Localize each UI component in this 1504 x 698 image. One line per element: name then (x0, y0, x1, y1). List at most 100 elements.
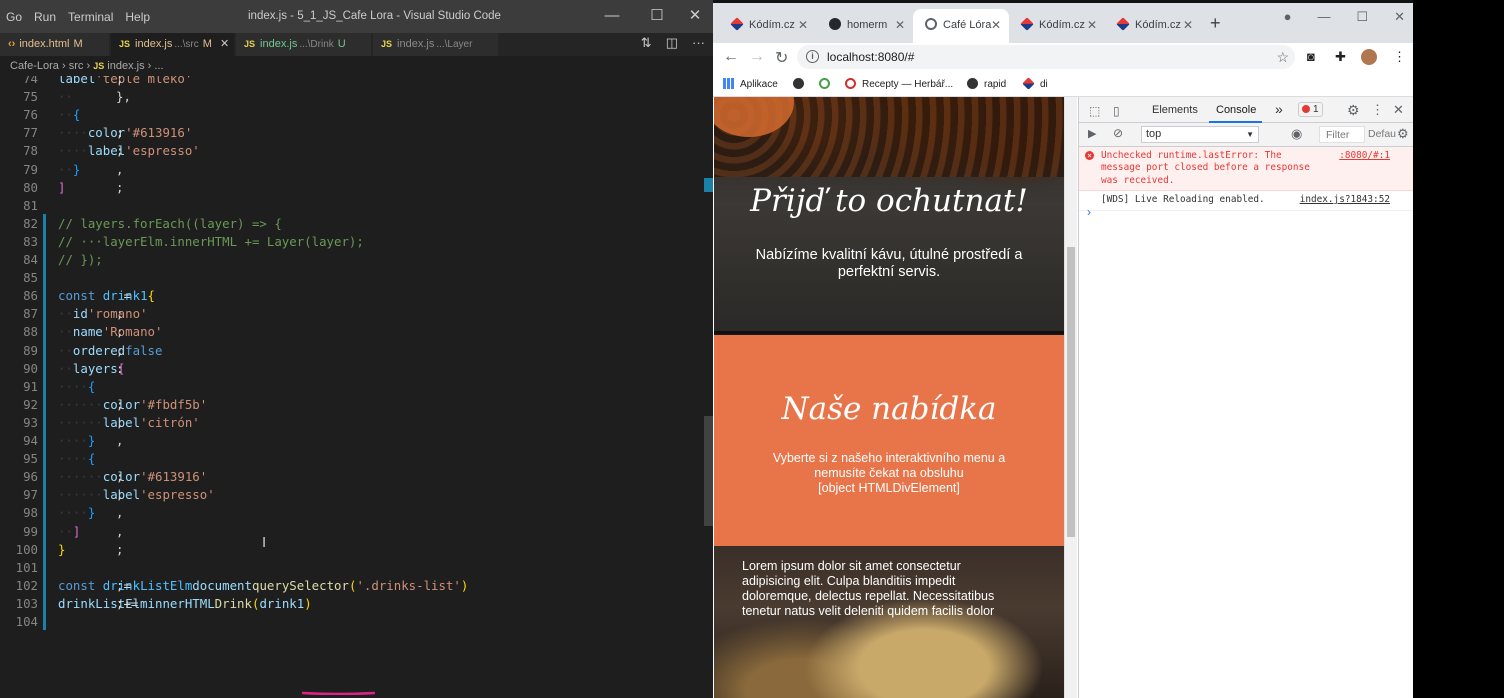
close-button[interactable]: ✕ (680, 6, 710, 26)
close-button[interactable]: ✕ (1394, 9, 1405, 25)
line-number: 82 (23, 215, 38, 231)
menu-run[interactable]: Run (34, 10, 56, 24)
dropdown-arrow-icon: ▼ (1246, 130, 1254, 139)
tab-kodim-2[interactable]: Kódím.cz ✕ (1009, 9, 1105, 43)
gear-icon[interactable]: ⚙ (1347, 102, 1360, 119)
minimize-button[interactable]: — (597, 6, 627, 26)
log-levels-dropdown[interactable]: Defau (1368, 126, 1396, 143)
message-source-link[interactable]: :8080/#:1 (1339, 150, 1390, 162)
tab-kodim-1[interactable]: Kódím.cz ✕ (719, 9, 816, 43)
bookmark-di[interactable]: di (1022, 77, 1048, 90)
info-icon[interactable]: i (806, 50, 819, 63)
bookmark-herbar[interactable]: Recepty — Herbář... (845, 78, 953, 90)
kebab-menu-icon[interactable]: ⋮ (1393, 49, 1406, 65)
device-toolbar-icon[interactable]: ▯ (1113, 104, 1120, 118)
console-prompt[interactable]: › (1087, 205, 1091, 219)
tab-kodim-3[interactable]: Kódím.cz ✕ (1105, 9, 1201, 43)
scrollbar-thumb[interactable] (704, 416, 713, 526)
tab-title: Kódím.cz (1135, 19, 1181, 31)
menu-go[interactable]: Go (6, 10, 22, 24)
editor-scrollbar[interactable] (704, 76, 713, 698)
context-selector[interactable]: top ▼ (1141, 126, 1259, 143)
line-number: 78 (23, 143, 38, 159)
code-line: 102 const drinkListElm = document. querySe… (0, 577, 700, 595)
extensions-puzzle-icon[interactable]: ✚ (1335, 49, 1346, 65)
code-text: ····color: '#613916', (58, 125, 193, 141)
page-scrollbar[interactable] (1064, 97, 1077, 698)
tab-elements[interactable]: Elements (1152, 104, 1198, 116)
reload-icon[interactable]: ↻ (775, 48, 788, 68)
menu-terminal[interactable]: Terminal (68, 10, 113, 24)
line-number: 100 (15, 541, 38, 557)
console-messages: × Unchecked runtime.lastError: The messa… (1079, 147, 1414, 211)
tab-index-js-drink[interactable]: JS index.js ...\Drink U (236, 33, 372, 56)
close-tab-icon[interactable]: ✕ (1087, 9, 1097, 41)
breadcrumb-project[interactable]: Cafe-Lora (10, 60, 59, 72)
line-number: 76 (23, 107, 38, 123)
line-number: 95 (23, 451, 38, 467)
breadcrumb-folder[interactable]: src (69, 60, 84, 72)
scrollbar-thumb[interactable] (1067, 247, 1075, 537)
breadcrumb-file[interactable]: index.js (107, 60, 144, 72)
close-tab-icon[interactable]: ✕ (895, 9, 905, 41)
error-count-badge[interactable]: 1 (1298, 102, 1323, 117)
sidebar-toggle-icon[interactable]: ▶ (1088, 127, 1096, 140)
bookmark-rapid[interactable]: rapid (967, 78, 1006, 90)
avatar[interactable] (1361, 49, 1377, 65)
breadcrumb-symbol[interactable]: ... (154, 60, 163, 72)
tab-close-icon[interactable]: ✕ (220, 38, 229, 50)
message-source-link[interactable]: index.js?1843:52 (1300, 194, 1390, 206)
code-line: 88 ··name: 'Romano', (0, 323, 700, 341)
eye-icon[interactable]: ◉ (1291, 126, 1302, 142)
tab-index-js-src[interactable]: JS index.js ...\src M ✕ (111, 33, 235, 56)
close-tab-icon[interactable]: ✕ (991, 9, 1001, 41)
code-line: 92 ······color: '#fbdf5b', (0, 396, 700, 414)
code-editor[interactable]: 74 label: 'teplé mléko', 75 ··}, 76 ··{77 ···… (0, 76, 713, 698)
bookmark-star-icon[interactable]: ☆ (1276, 45, 1289, 69)
globe-icon (925, 18, 937, 30)
offer-text: Vyberte si z našeho interaktivního menu … (754, 451, 1024, 496)
menu-help[interactable]: Help (125, 10, 150, 24)
inspect-element-icon[interactable]: ⬚ (1089, 104, 1100, 118)
code-text: ··{ (58, 107, 81, 123)
minimize-button[interactable]: — (1317, 9, 1330, 25)
extension-icon[interactable]: ◙ (1307, 49, 1315, 64)
back-icon[interactable]: ← (723, 48, 739, 66)
close-devtools-icon[interactable]: ✕ (1393, 102, 1404, 118)
page-viewport[interactable]: Přijď to ochutnat! Nabízíme kvalitní káv… (714, 97, 1064, 698)
new-tab-button[interactable]: + (1210, 13, 1221, 34)
clear-console-icon[interactable]: ⊘ (1113, 126, 1123, 140)
tab-cafe-lora[interactable]: Café Lóra ✕ (913, 9, 1009, 43)
bookmark-github[interactable] (819, 78, 836, 90)
split-editor-icon[interactable]: ◫ (666, 35, 678, 51)
bookmark-chromium[interactable] (793, 78, 810, 90)
vscode-titlebar: Go Run Terminal Help index.js - 5_1_JS_C… (0, 0, 713, 33)
console-filter-input[interactable]: Filter (1319, 126, 1365, 143)
bookmark-apps[interactable]: Aplikace (723, 78, 778, 90)
code-line: 90 ··layers: [ (0, 360, 700, 378)
tab-index-js-layer[interactable]: JS index.js ...\Layer (373, 33, 499, 56)
compare-changes-icon[interactable]: ⇅ (641, 35, 652, 51)
line-number: 80 (23, 179, 38, 195)
tab-search-icon[interactable]: ● (1284, 9, 1292, 25)
code-line: 75 ··}, (0, 88, 700, 106)
devtools-tabbar: ⬚ ▯ Elements Console » 1 ⚙ ⋮ ✕ (1079, 97, 1414, 123)
gear-icon[interactable]: ⚙ (1397, 126, 1409, 142)
line-number: 93 (23, 414, 38, 430)
maximize-button[interactable]: ☐ (642, 6, 672, 26)
tab-github[interactable]: homerm ✕ (817, 9, 913, 43)
more-actions-icon[interactable]: ··· (692, 35, 705, 51)
more-tabs-icon[interactable]: » (1275, 101, 1283, 117)
close-tab-icon[interactable]: ✕ (798, 9, 808, 41)
forward-icon[interactable]: → (749, 48, 765, 66)
maximize-button[interactable]: ☐ (1356, 9, 1368, 25)
code-line: 79 ··}, (0, 161, 700, 179)
kebab-menu-icon[interactable]: ⋮ (1371, 102, 1384, 118)
tab-console[interactable]: Console (1216, 104, 1256, 116)
code-text: const drink1 = { (58, 288, 155, 304)
tab-index-html[interactable]: ‹› index.html M (0, 33, 110, 56)
close-tab-icon[interactable]: ✕ (1183, 9, 1193, 41)
address-bar[interactable]: i localhost:8080/# ☆ (797, 45, 1295, 69)
context-value: top (1146, 128, 1162, 140)
bookmark-label: Recepty — Herbář... (862, 79, 954, 90)
